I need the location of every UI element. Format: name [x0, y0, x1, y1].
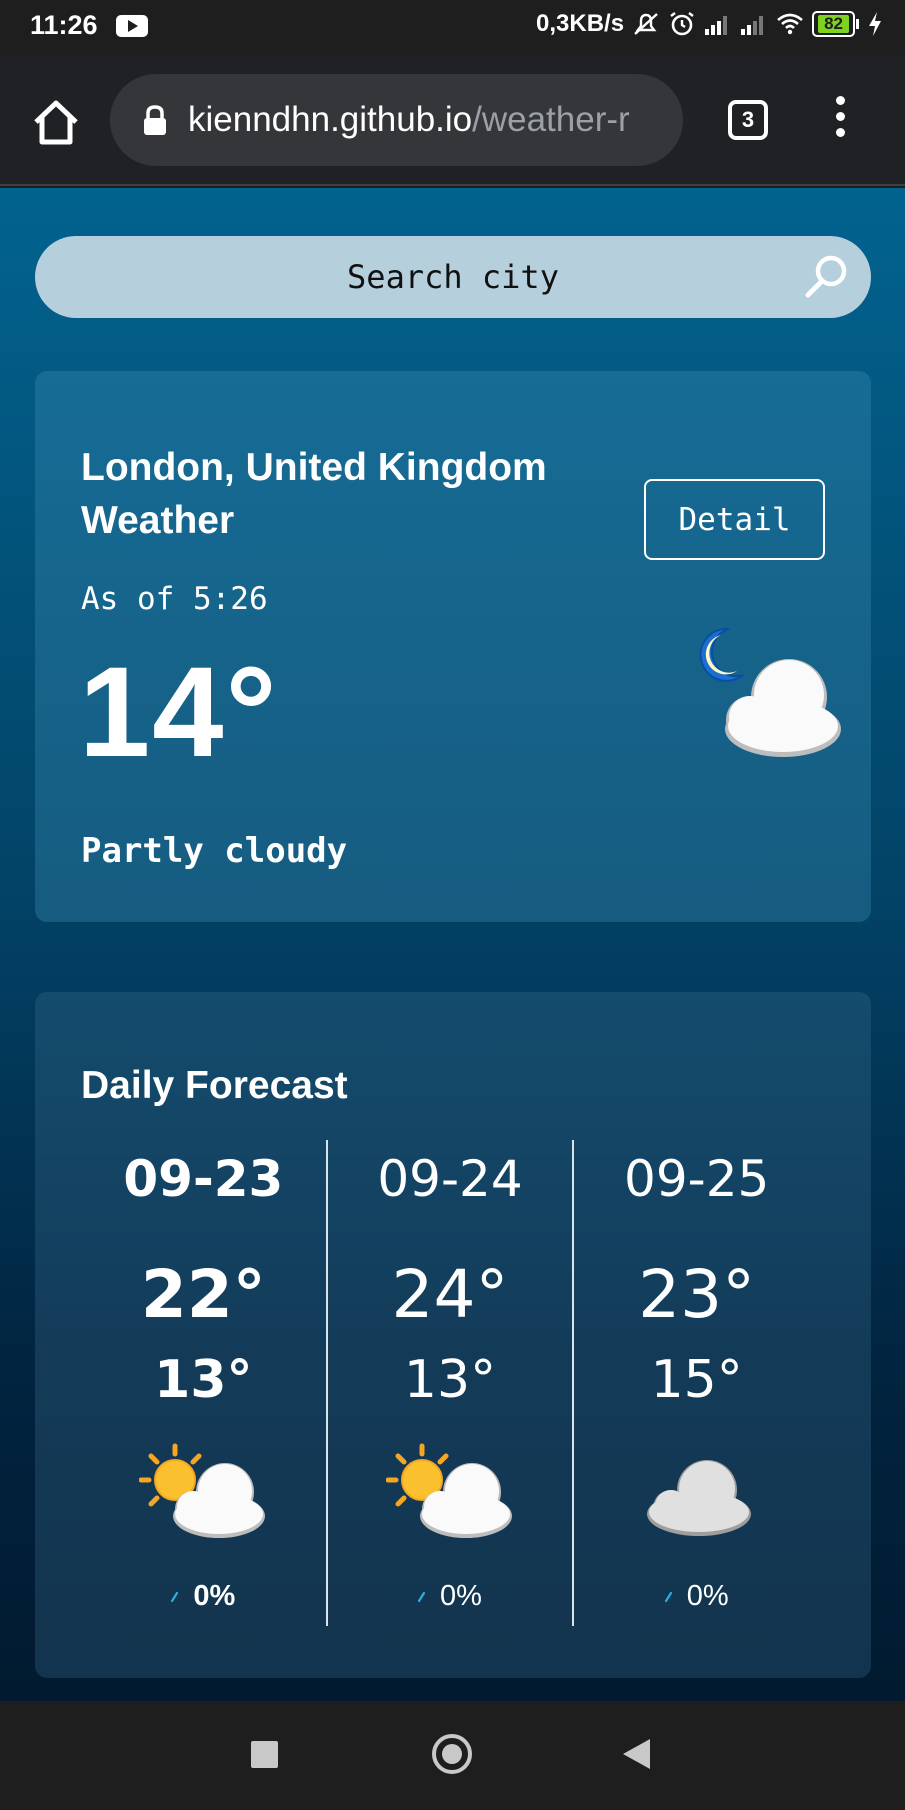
- tab-switcher-button[interactable]: 3: [728, 100, 768, 140]
- forecast-rain: 0%: [328, 1580, 573, 1613]
- forecast-day: 09-25 23° 15° 0%: [572, 1140, 819, 1626]
- signal-icon-2: [741, 16, 764, 35]
- overflow-menu-icon[interactable]: [825, 96, 855, 146]
- rain-chance: 0%: [193, 1580, 236, 1612]
- cloud-icon: [646, 1460, 751, 1536]
- raindrop-icon: [664, 1591, 672, 1602]
- location-title: London, United Kingdom Weather: [81, 446, 547, 542]
- sun-behind-cloud-icon: [386, 1443, 512, 1538]
- back-button[interactable]: [623, 1739, 650, 1769]
- recent-apps-button[interactable]: [251, 1741, 278, 1768]
- forecast-day: 09-23 22° 13° 0%: [81, 1140, 326, 1626]
- forecast-day: 09-24 24° 13° 0%: [325, 1140, 573, 1626]
- forecast-title: Daily Forecast: [81, 1064, 348, 1107]
- address-bar[interactable]: kienndhn.github.io/weather-r: [110, 74, 683, 166]
- raindrop-icon: [171, 1591, 179, 1602]
- mute-bell-icon: [634, 13, 658, 35]
- forecast-rain: 0%: [574, 1580, 819, 1613]
- battery-level: 82: [818, 15, 849, 33]
- charging-icon: [869, 12, 881, 36]
- forecast-high-temp: 24°: [391, 1256, 509, 1333]
- network-speed: 0,3KB/s: [536, 10, 625, 37]
- current-temperature: 14°: [79, 641, 279, 784]
- sun-behind-cloud-icon: [139, 1443, 266, 1538]
- forecast-date: 09-25: [624, 1150, 770, 1208]
- raindrop-icon: [418, 1591, 426, 1602]
- forecast-date: 09-24: [377, 1150, 523, 1208]
- forecast-rain: 0%: [81, 1580, 326, 1613]
- current-condition: Partly cloudy: [81, 831, 348, 871]
- rain-chance: 0%: [686, 1580, 729, 1612]
- home-icon[interactable]: [28, 94, 84, 150]
- forecast-low-temp: 13°: [403, 1350, 497, 1410]
- as-of-time: As of 5:26: [81, 581, 268, 617]
- forecast-low-temp: 15°: [650, 1350, 743, 1410]
- rain-chance: 0%: [440, 1580, 482, 1612]
- search-icon[interactable]: [803, 254, 849, 300]
- weather-page: London, United Kingdom Weather Detail As…: [0, 188, 905, 1701]
- daily-forecast-card: Daily Forecast 09-23 22° 13° 0% 09-24 24…: [35, 992, 871, 1678]
- status-time: 11:26: [30, 10, 98, 40]
- system-navigation-bar: [0, 1701, 905, 1810]
- browser-toolbar: kienndhn.github.io/weather-r 3: [0, 56, 905, 186]
- forecast-low-temp: 13°: [154, 1350, 253, 1410]
- forecast-date: 09-23: [123, 1150, 284, 1208]
- home-button[interactable]: [432, 1734, 472, 1774]
- signal-icon-1: [705, 16, 728, 35]
- wifi-icon: [777, 13, 803, 35]
- forecast-high-temp: 22°: [140, 1256, 266, 1333]
- alarm-icon: [670, 12, 694, 36]
- url-host: kienndhn.github.io: [188, 100, 473, 139]
- url-path: /weather-r: [472, 100, 630, 139]
- night-partly-cloudy-icon: [699, 627, 841, 757]
- search-bar: [35, 236, 871, 318]
- youtube-notification-icon: [116, 15, 148, 37]
- search-input[interactable]: [35, 236, 871, 318]
- status-bar: 11:26 0,3KB/s 82: [0, 0, 905, 56]
- detail-button[interactable]: Detail: [644, 479, 825, 560]
- lock-icon: [144, 105, 166, 135]
- battery-indicator: 82: [812, 11, 859, 37]
- forecast-high-temp: 23°: [638, 1256, 756, 1333]
- current-weather-card: London, United Kingdom Weather Detail As…: [35, 371, 871, 922]
